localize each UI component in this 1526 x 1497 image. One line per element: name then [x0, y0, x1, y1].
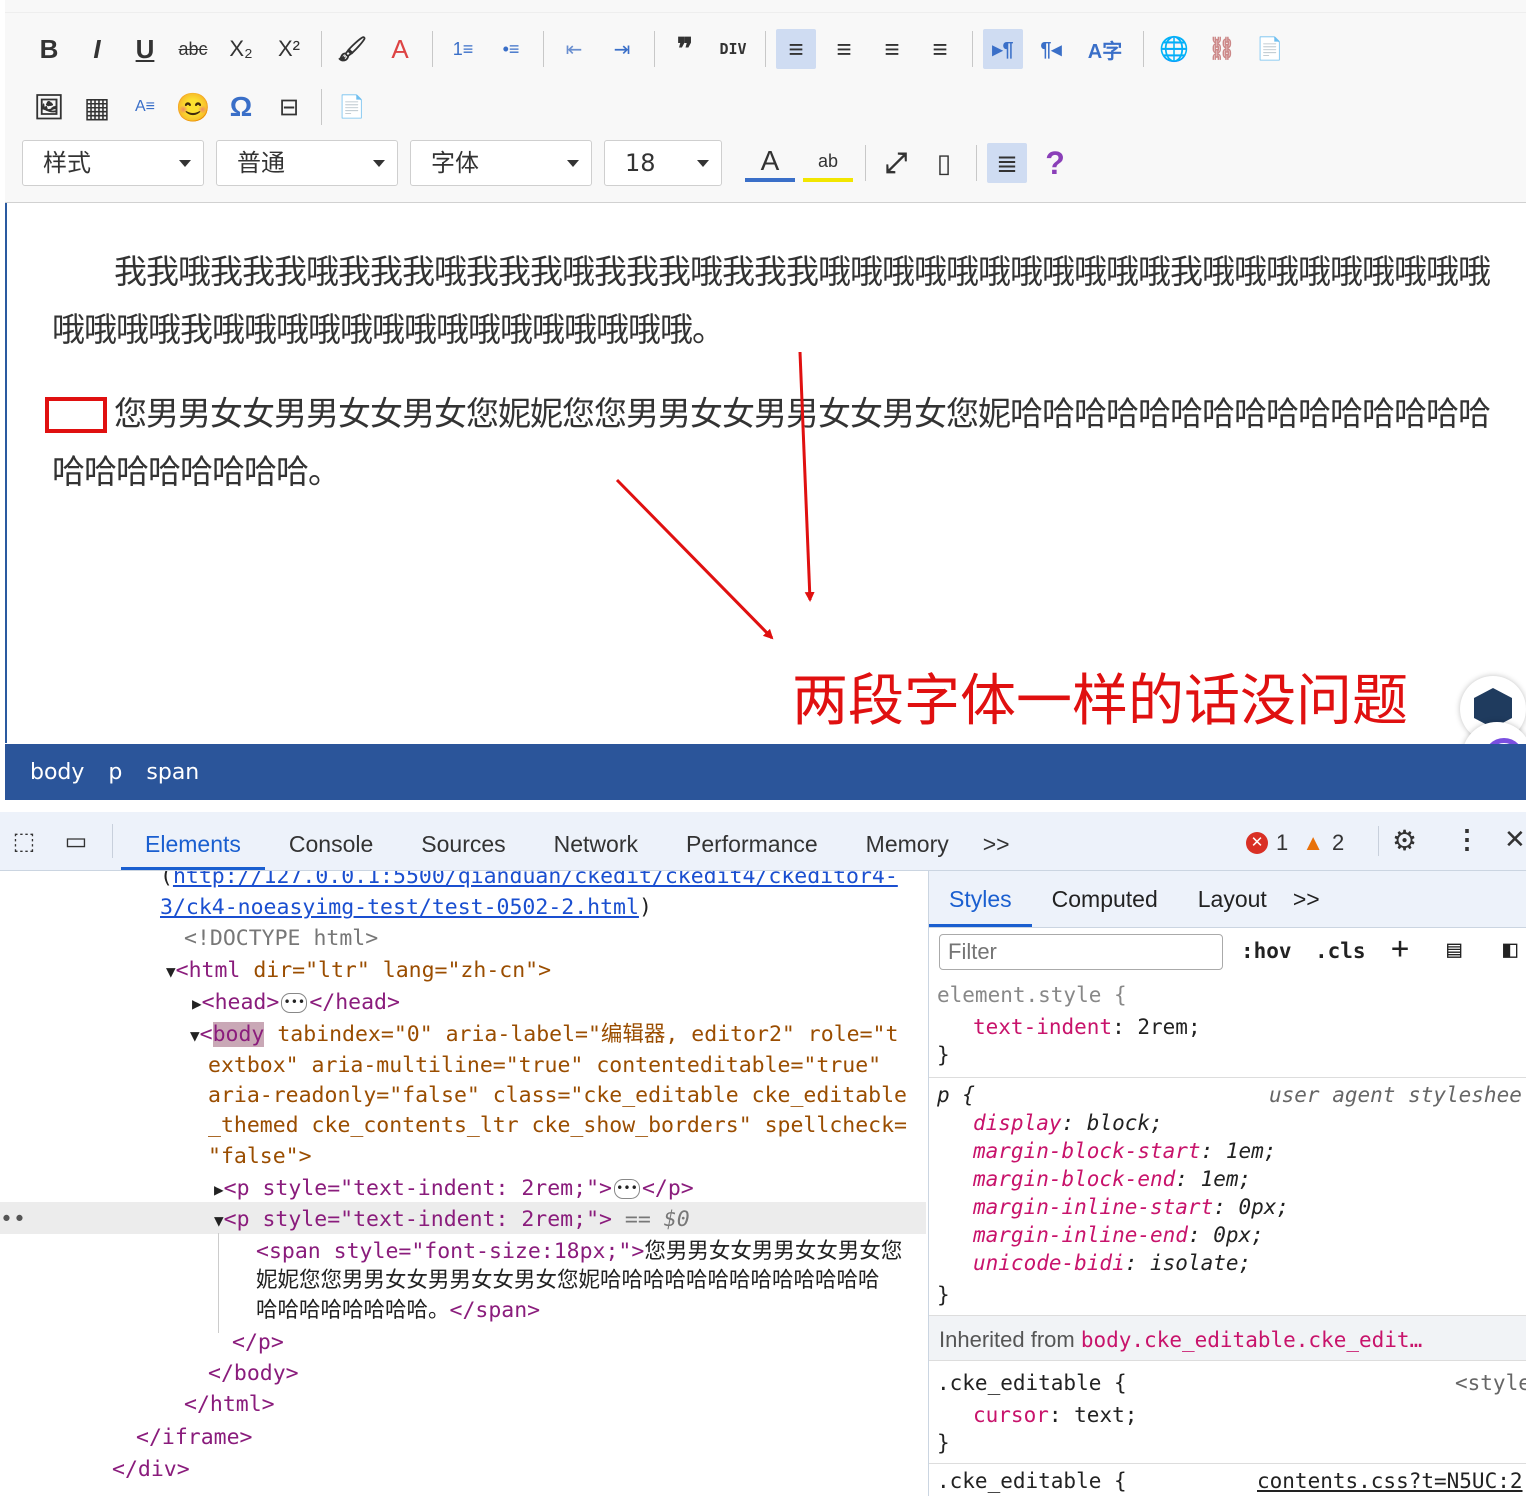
- inherited-source[interactable]: body.cke_editable.cke_edit…: [1081, 1328, 1422, 1352]
- ua-declaration[interactable]: margin-inline-end: 0px;: [973, 1223, 1264, 1247]
- ckeditor-window: B I U abc X₂ X² 🖌 A 1≡ •≡ ⇤ ⇥ ❞ DIV ≡ ≡ …: [0, 0, 1526, 800]
- span-text-line-3: 哈哈哈哈哈哈哈哈。</span>: [256, 1298, 541, 1323]
- styles-sidebar: Styles Computed Layout >> :hov .cls + ▤ …: [928, 871, 1526, 1496]
- iframe-url-line-2: 3/ck4-noeasyimg-test/test-0502-2.html): [160, 895, 652, 920]
- warning-count: 2: [1332, 830, 1345, 855]
- issues-counter[interactable]: ✕ 1 ▲ 2: [1246, 830, 1344, 856]
- class-toggle[interactable]: .cls: [1315, 939, 1366, 963]
- doctype-node[interactable]: <!DOCTYPE html>: [184, 923, 378, 954]
- body-close-tag[interactable]: </body>: [208, 1358, 299, 1389]
- ua-declaration[interactable]: display: block;: [973, 1111, 1163, 1135]
- p-node-1[interactable]: ▶<p style="text-indent: 2rem;"> ••• </p>: [214, 1173, 694, 1205]
- rule-close-brace: }: [937, 1043, 950, 1067]
- ua-declaration[interactable]: margin-inline-start: 0px;: [973, 1195, 1289, 1219]
- rule-divider: [929, 1077, 1526, 1078]
- ua-declaration[interactable]: margin-block-end: 1em;: [973, 1167, 1251, 1191]
- warning-icon: ▲: [1302, 830, 1325, 855]
- iframe-url-line: (http://127.0.0.1:5500/qianduan/ckedit/c…: [160, 871, 898, 892]
- devtools-tab-bar: ⬚ ▭ Elements Console Sources Network Per…: [0, 812, 1526, 871]
- ellipsis-badge[interactable]: •••: [613, 1179, 640, 1199]
- span-text-line-2: 妮妮您您男男女女男男女女男女您妮哈哈哈哈哈哈哈哈哈哈哈哈哈: [256, 1268, 880, 1293]
- arrow-down: [798, 351, 815, 602]
- inherited-label: Inherited from body.cke_editable.cke_edi…: [939, 1327, 1423, 1352]
- html-node[interactable]: ▼<html dir="ltr" lang="zh-cn">: [166, 955, 551, 987]
- expand-triangle-icon[interactable]: ▼: [214, 1211, 224, 1230]
- body-attrs-line-5: "false">: [208, 1144, 312, 1169]
- expand-triangle-icon[interactable]: ▼: [190, 1026, 200, 1045]
- tab-elements[interactable]: Elements: [121, 812, 265, 870]
- styles-filter-input[interactable]: [939, 934, 1223, 970]
- row-indicator: ••: [0, 1207, 26, 1232]
- device-toggle-icon[interactable]: ▭: [48, 812, 104, 870]
- body-attrs-line-2: extbox" aria-multiline="true" contentedi…: [208, 1053, 882, 1078]
- style-source[interactable]: <style: [1455, 1371, 1526, 1395]
- annotation-text: 两段字体一样的话没问题: [792, 669, 1408, 734]
- tab-performance[interactable]: Performance: [662, 812, 842, 870]
- collapse-triangle-icon[interactable]: ▶: [192, 994, 202, 1013]
- iframe-close-tag[interactable]: </iframe>: [136, 1422, 253, 1453]
- sidebar-toggle-icon[interactable]: ◧: [1503, 935, 1517, 963]
- inspect-element-icon[interactable]: ⬚: [0, 812, 48, 870]
- tab-divider: [112, 824, 113, 858]
- rule-divider: [929, 1463, 1526, 1464]
- paint-bucket-icon[interactable]: ▤: [1447, 935, 1461, 963]
- p-node-2-selected[interactable]: ▼<p style="text-indent: 2rem;"> == $0: [214, 1204, 690, 1236]
- arrow-diagonal: [615, 478, 774, 640]
- path-item-body[interactable]: body: [30, 760, 84, 785]
- elements-tree: (http://127.0.0.1:5500/qianduan/ckedit/c…: [0, 871, 926, 1496]
- new-rule-icon[interactable]: +: [1391, 931, 1409, 966]
- tab-styles[interactable]: Styles: [929, 871, 1032, 927]
- settings-gear-icon[interactable]: ⚙: [1392, 824, 1417, 857]
- tab-layout[interactable]: Layout: [1178, 886, 1287, 913]
- rule-close-brace: }: [937, 1431, 950, 1455]
- tab-memory[interactable]: Memory: [842, 812, 973, 870]
- tab-network[interactable]: Network: [530, 812, 662, 870]
- close-devtools-icon[interactable]: ✕: [1504, 824, 1526, 855]
- span-node[interactable]: <span style="font-size:18px;">您男男女女男男女女男…: [256, 1236, 902, 1267]
- html-close-tag[interactable]: </html>: [184, 1389, 275, 1420]
- p-selector: p {: [937, 1083, 975, 1107]
- body-attrs-line-3: aria-readonly="false" class="cke_editabl…: [208, 1083, 907, 1108]
- more-tabs-icon[interactable]: >>: [973, 812, 1020, 870]
- tree-guide-line: [218, 1233, 219, 1333]
- contents-css-link[interactable]: contents.css?t=N5UC:2: [1257, 1469, 1523, 1493]
- tab-divider: [1378, 826, 1379, 856]
- user-agent-label: user agent styleshee: [1269, 1083, 1522, 1107]
- body-attrs-line-4: _themed cke_contents_ltr cke_show_border…: [208, 1113, 907, 1138]
- tab-sources[interactable]: Sources: [397, 812, 529, 870]
- error-icon: ✕: [1246, 832, 1268, 854]
- kebab-menu-icon[interactable]: ⋮: [1454, 824, 1480, 855]
- tab-console[interactable]: Console: [265, 812, 397, 870]
- path-item-span[interactable]: span: [146, 760, 199, 785]
- more-style-tabs-icon[interactable]: >>: [1287, 886, 1326, 913]
- expand-triangle-icon[interactable]: ▼: [166, 962, 176, 981]
- div-close-tag[interactable]: </div>: [112, 1454, 190, 1485]
- cke-editable-selector: .cke_editable {: [937, 1371, 1127, 1395]
- element-style-selector: element.style {: [937, 983, 1127, 1007]
- p-close-tag[interactable]: </p>: [232, 1327, 284, 1358]
- body-node[interactable]: ▼<body tabindex="0" aria-label="编辑器, edi…: [190, 1019, 898, 1051]
- rule-close-brace: }: [937, 1283, 950, 1307]
- collapse-triangle-icon[interactable]: ▶: [214, 1180, 224, 1199]
- document-url-link[interactable]: http://127.0.0.1:5500/qianduan/ckedit/ck…: [173, 871, 898, 889]
- path-item-p[interactable]: p: [108, 760, 122, 785]
- ua-declaration[interactable]: margin-block-start: 1em;: [973, 1139, 1276, 1163]
- head-node[interactable]: ▶<head> ••• </head>: [192, 987, 400, 1019]
- hover-state-toggle[interactable]: :hov: [1241, 939, 1292, 963]
- styles-tab-bar: Styles Computed Layout >>: [929, 871, 1526, 928]
- element-path-bar: body p span: [5, 744, 1526, 800]
- document-url-link-2[interactable]: 3/ck4-noeasyimg-test/test-0502-2.html: [160, 895, 639, 920]
- cursor-declaration[interactable]: cursor: text;: [973, 1403, 1137, 1427]
- tab-computed[interactable]: Computed: [1032, 886, 1178, 913]
- ellipsis-badge[interactable]: •••: [281, 993, 308, 1013]
- ua-declaration[interactable]: unicode-bidi: isolate;: [973, 1251, 1251, 1275]
- error-count: 1: [1276, 830, 1289, 855]
- cke-editable-selector-2: .cke_editable {: [937, 1469, 1127, 1493]
- text-indent-declaration[interactable]: text-indent: 2rem;: [973, 1015, 1201, 1039]
